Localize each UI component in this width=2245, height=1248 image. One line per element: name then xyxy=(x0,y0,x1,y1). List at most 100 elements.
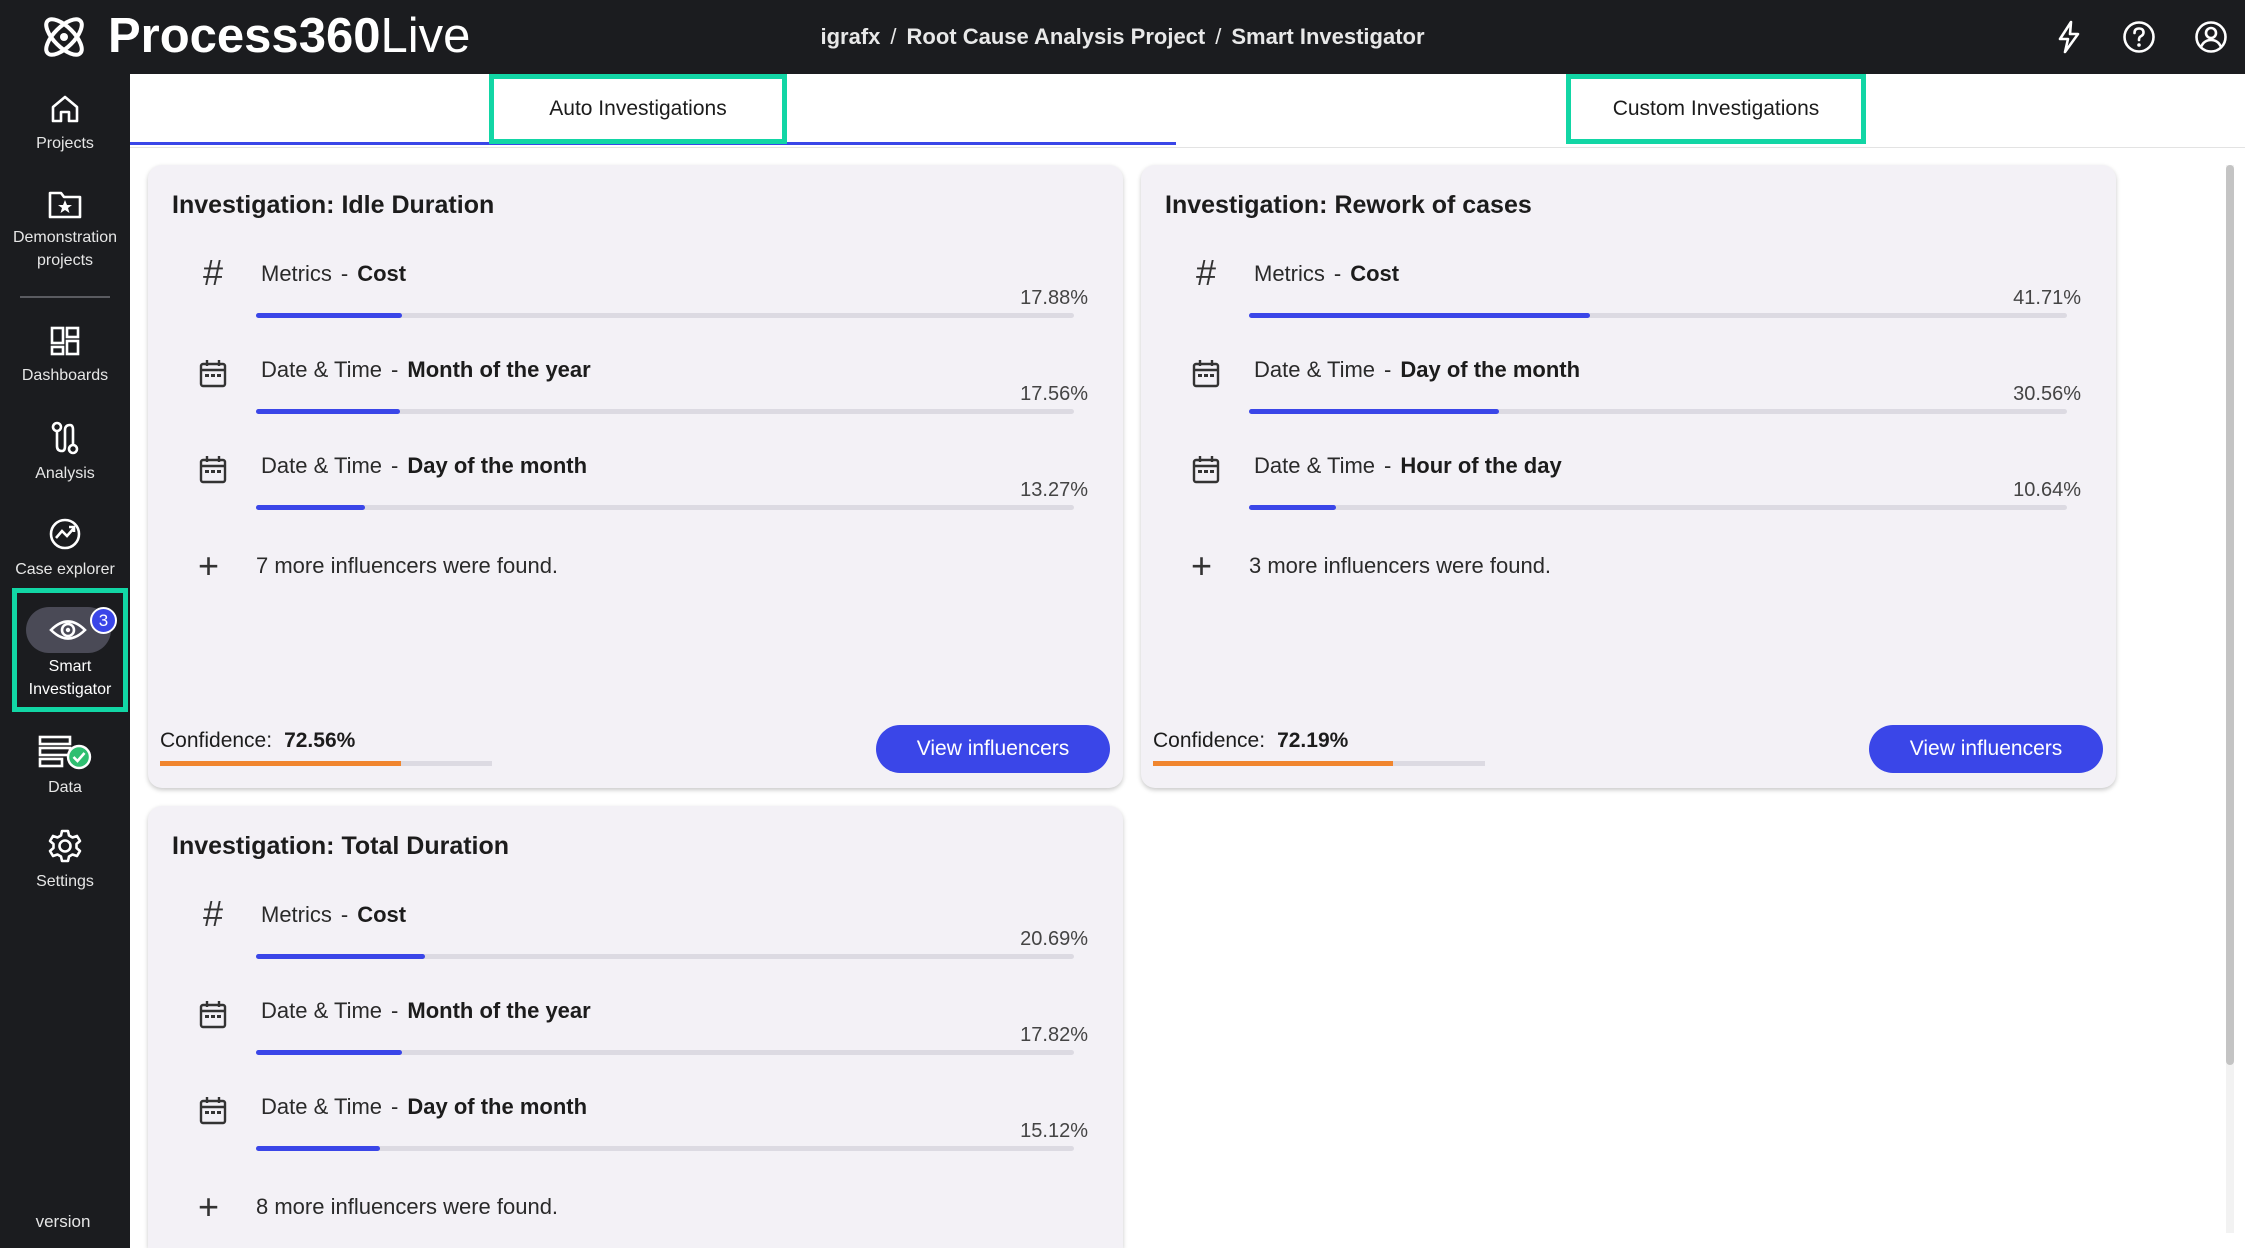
sidebar-item-label: Projects xyxy=(36,135,94,152)
confidence-value: 72.19% xyxy=(1277,729,1349,752)
influencer-bar-fill xyxy=(1249,409,1499,414)
sidebar-item-analysis[interactable]: Analysis xyxy=(0,420,130,485)
influencer-percent: 30.56% xyxy=(2013,383,2081,405)
influencer-bar-fill xyxy=(256,409,400,414)
breadcrumb: igrafx / Root Cause Analysis Project / Smart… xyxy=(0,24,2245,50)
plus-icon: + xyxy=(198,545,220,586)
influencer-row: Date & Time - Day of the month 13.27% xyxy=(148,451,1088,531)
influencer-label: Date & Time - Month of the year xyxy=(261,357,591,382)
breadcrumb-project[interactable]: Root Cause Analysis Project xyxy=(907,24,1206,49)
sidebar-item-case-explorer[interactable]: Case explorer xyxy=(0,516,130,581)
calendar-icon xyxy=(1192,360,1220,388)
account-icon[interactable] xyxy=(2192,18,2230,56)
influencer-bar-fill xyxy=(256,954,426,959)
influencer-dimension: Cost xyxy=(357,902,407,927)
hash-icon: # xyxy=(202,893,224,934)
influencer-row: Date & Time - Day of the month 30.56% xyxy=(1141,355,2081,435)
influencer-category: Date & Time xyxy=(261,357,383,382)
investigation-card: Investigation: Total Duration # Metrics -… xyxy=(148,806,1123,1248)
hash-icon: # xyxy=(1195,252,1217,293)
active-indicator: 3 xyxy=(26,607,117,653)
scrollbar[interactable] xyxy=(2226,165,2234,1233)
influencer-percent: 41.71% xyxy=(2013,287,2081,309)
influencer-bar-fill xyxy=(256,313,403,318)
tab-auto-investigations[interactable]: Auto Investigations xyxy=(489,74,787,144)
sidebar-divider xyxy=(20,296,110,298)
gear-icon xyxy=(48,829,82,863)
tab-bar: Auto Investigations Custom Investigation… xyxy=(130,74,2245,148)
plus-icon: + xyxy=(1191,545,1213,586)
sidebar-item-label: Case explorer xyxy=(15,561,115,578)
case-explorer-icon xyxy=(49,518,81,550)
influencer-category: Date & Time xyxy=(261,998,383,1023)
sidebar-item-label: Smart Investigator xyxy=(28,658,112,698)
influencer-percent: 20.69% xyxy=(1020,928,1088,950)
influencer-percent: 13.27% xyxy=(1020,479,1088,501)
breadcrumb-page: Smart Investigator xyxy=(1231,24,1425,49)
lightning-icon[interactable] xyxy=(2050,18,2088,56)
influencer-label: Date & Time - Day of the month xyxy=(261,453,588,478)
influencer-bar xyxy=(256,313,1074,318)
calendar-icon xyxy=(199,1097,227,1125)
investigation-title: Investigation: Total Duration xyxy=(172,832,510,860)
influencer-category: Date & Time xyxy=(261,1094,383,1119)
influencer-bar-fill xyxy=(256,1050,402,1055)
influencer-row: # Metrics - Cost 20.69% xyxy=(148,894,1088,980)
influencer-row: Date & Time - Hour of the day 10.64% xyxy=(1141,451,2081,531)
sidebar-item-dashboards[interactable]: Dashboards xyxy=(0,324,130,387)
influencer-label: Date & Time - Day of the month xyxy=(1254,357,1581,382)
calendar-icon xyxy=(1192,456,1220,484)
influencer-bar xyxy=(1249,409,2067,414)
view-influencers-button[interactable]: View influencers xyxy=(1869,725,2103,773)
breadcrumb-sep: / xyxy=(890,24,897,49)
influencer-dimension: Day of the month xyxy=(1400,357,1581,382)
help-icon[interactable] xyxy=(2120,18,2158,56)
sidebar-item-data[interactable]: Data xyxy=(0,734,130,799)
more-influencers-text: 3 more influencers were found. xyxy=(1249,553,1552,578)
sidebar-item-settings[interactable]: Settings xyxy=(0,828,130,893)
sidebar-item-label: Analysis xyxy=(35,465,95,482)
sidebar-item-demonstration-projects[interactable]: Demonstration projects xyxy=(0,188,130,272)
influencer-bar xyxy=(256,1146,1074,1151)
view-influencers-button[interactable]: View influencers xyxy=(876,725,1110,773)
sidebar-item-label: Settings xyxy=(36,873,94,890)
more-influencers[interactable]: + 3 more influencers were found. xyxy=(1141,545,2041,589)
influencer-percent: 17.82% xyxy=(1020,1024,1088,1046)
influencer-dimension: Month of the year xyxy=(407,357,591,382)
sidebar-item-smart-investigator[interactable]: 3 Smart Investigator xyxy=(12,588,128,712)
calendar-icon xyxy=(199,1001,227,1029)
hash-icon: # xyxy=(202,252,224,293)
influencer-percent: 15.12% xyxy=(1020,1120,1088,1142)
influencer-row: # Metrics - Cost 17.88% xyxy=(148,253,1088,339)
influencer-dimension: Month of the year xyxy=(407,998,591,1023)
more-influencers[interactable]: + 7 more influencers were found. xyxy=(148,545,1048,589)
confidence: Confidence: 72.56% xyxy=(160,729,560,769)
influencer-bar xyxy=(1249,313,2067,318)
influencer-dimension: Cost xyxy=(357,261,407,286)
influencer-label: Date & Time - Month of the year xyxy=(261,998,591,1023)
more-influencers[interactable]: + 8 more influencers were found. xyxy=(148,1186,1048,1230)
notification-badge: 3 xyxy=(90,607,117,634)
plus-icon: + xyxy=(198,1186,220,1227)
investigation-card: Investigation: Rework of cases # Metrics… xyxy=(1141,165,2116,788)
sidebar-item-label: Dashboards xyxy=(21,367,109,384)
flow-icon xyxy=(51,421,79,455)
sidebar-item-projects[interactable]: Projects xyxy=(0,92,130,155)
confidence: Confidence: 72.19% xyxy=(1153,729,1553,769)
influencer-label: Date & Time - Day of the month xyxy=(261,1094,588,1119)
investigation-title: Investigation: Idle Duration xyxy=(172,191,495,219)
influencer-bar xyxy=(256,409,1074,414)
tab-custom-investigations[interactable]: Custom Investigations xyxy=(1566,74,1866,144)
scrollbar-thumb[interactable] xyxy=(2226,165,2234,1065)
folder-star-icon xyxy=(48,191,82,219)
influencer-percent: 10.64% xyxy=(2013,479,2081,501)
top-bar: Process360Live igrafx / Root Cause Analysi… xyxy=(0,0,2245,74)
sidebar: Projects Demonstration projects Dashboar… xyxy=(0,74,130,1248)
sidebar-item-label: Data xyxy=(48,779,82,796)
breadcrumb-org[interactable]: igrafx xyxy=(820,24,880,49)
influencer-dimension: Day of the month xyxy=(407,453,588,478)
influencer-category: Date & Time xyxy=(1254,357,1376,382)
influencer-bar-fill xyxy=(1249,505,1337,510)
confidence-label: Confidence: xyxy=(1153,729,1266,752)
dashboard-icon xyxy=(50,326,80,356)
